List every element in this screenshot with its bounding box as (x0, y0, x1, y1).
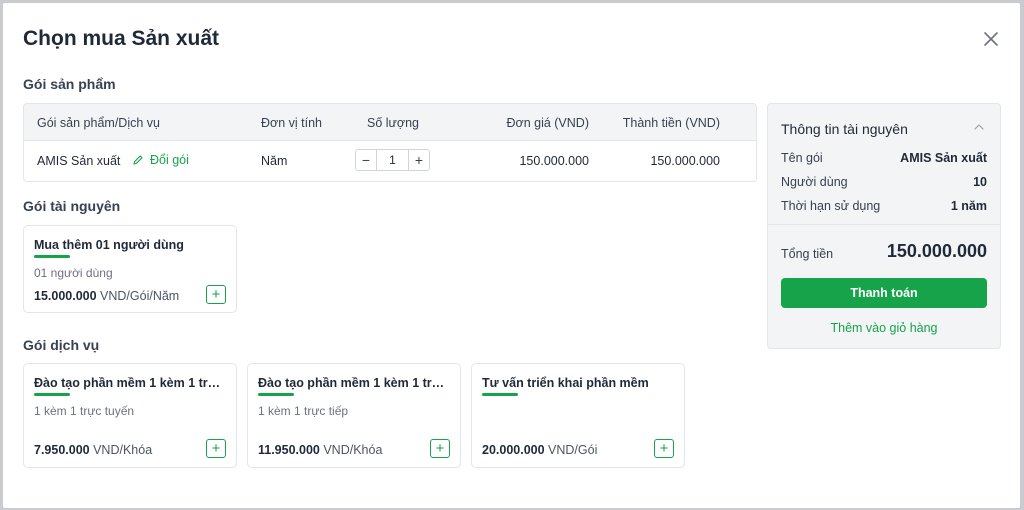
section-title-resource: Gói tài nguyên (23, 198, 121, 214)
price-unit: VND/Gói (544, 443, 598, 457)
price-value: 11.950.000 (258, 443, 320, 457)
price-value: 20.000.000 (482, 443, 545, 457)
card-price: 7.950.000 VND/Khóa (34, 443, 152, 457)
summary-value: 10 (973, 175, 987, 189)
amount-value: 150.000.000 (650, 154, 720, 168)
summary-row-duration: Thời hạn sử dụng 1 năm (781, 199, 987, 213)
card-title: Đào tạo phần mềm 1 kèm 1 trực... (258, 376, 452, 390)
section-title-product: Gói sản phẩm (23, 76, 116, 92)
pay-button[interactable]: Thanh toán (781, 278, 987, 308)
chevron-up-icon[interactable] (972, 122, 986, 132)
summary-value: AMIS Sản xuất (900, 151, 987, 165)
column-header-unit: Đơn vị tính (261, 116, 322, 130)
unit-price-value: 150.000.000 (519, 154, 589, 168)
price-unit: VND/Gói/Năm (96, 289, 180, 303)
change-package-label: Đổi gói (150, 153, 189, 167)
unit-value: Năm (261, 154, 288, 168)
close-icon[interactable] (981, 29, 1001, 49)
decrement-button[interactable]: − (356, 150, 376, 170)
card-accent-bar (34, 255, 70, 258)
table-row: AMIS Sản xuất Đổi gói Năm − 1 + 150.000.… (24, 141, 756, 182)
card-price: 20.000.000 VND/Gói (482, 443, 597, 457)
card-title: Đào tạo phần mềm 1 kèm 1 trực... (34, 376, 228, 390)
total-value: 150.000.000 (886, 241, 987, 261)
price-value: 15.000.000 (34, 289, 97, 303)
plus-icon: + (659, 440, 669, 457)
product-table: Gói sản phẩm/Dịch vụ Đơn vị tính Số lượn… (23, 103, 757, 182)
card-description: 01 người dùng (34, 266, 113, 280)
total-label: Tổng tiền (781, 247, 834, 261)
summary-value: 1 năm (950, 199, 987, 213)
summary-label: Thời hạn sử dụng (781, 199, 881, 213)
card-title: Mua thêm 01 người dùng (34, 238, 184, 252)
increment-button[interactable]: + (409, 150, 429, 170)
plus-icon: + (211, 286, 221, 303)
add-service-button[interactable]: + (654, 439, 674, 458)
panel-title: Thông tin tài nguyên (781, 121, 908, 137)
add-service-button[interactable]: + (430, 439, 450, 458)
pencil-icon (133, 155, 143, 165)
plus-icon: + (435, 440, 445, 457)
quantity-stepper[interactable]: − 1 + (355, 149, 430, 171)
service-card: Đào tạo phần mềm 1 kèm 1 trực... 1 kèm 1… (23, 363, 237, 468)
divider (768, 224, 1000, 225)
quantity-value[interactable]: 1 (376, 150, 409, 170)
add-service-button[interactable]: + (206, 439, 226, 458)
summary-label: Người dùng (781, 175, 848, 189)
card-accent-bar (258, 393, 294, 396)
resource-summary-panel: Thông tin tài nguyên Tên gói AMIS Sản xu… (767, 103, 1001, 349)
product-name: AMIS Sản xuất (37, 154, 121, 168)
add-to-cart-link[interactable]: Thêm vào giỏ hàng (781, 321, 987, 335)
card-price: 11.950.000 VND/Khóa (258, 443, 382, 457)
summary-row-users: Người dùng 10 (781, 175, 987, 189)
card-title: Tư vấn triển khai phần mềm (482, 376, 649, 390)
purchase-dialog: Chọn mua Sản xuất Gói sản phẩm Gói sản p… (3, 3, 1020, 508)
price-unit: VND/Khóa (319, 443, 383, 457)
summary-row-package: Tên gói AMIS Sản xuất (781, 151, 987, 165)
change-package-link[interactable]: Đổi gói (132, 153, 189, 167)
card-accent-bar (34, 393, 70, 396)
service-card: Đào tạo phần mềm 1 kèm 1 trực... 1 kèm 1… (247, 363, 461, 468)
card-price: 15.000.000 VND/Gói/Năm (34, 289, 179, 303)
price-unit: VND/Khóa (89, 443, 153, 457)
plus-icon: + (211, 440, 221, 457)
column-header-quantity: Số lượng (367, 116, 420, 130)
table-header: Gói sản phẩm/Dịch vụ Đơn vị tính Số lượn… (24, 104, 756, 141)
column-header-product: Gói sản phẩm/Dịch vụ (37, 116, 160, 130)
section-title-service: Gói dịch vụ (23, 337, 100, 353)
resource-card: Mua thêm 01 người dùng 01 người dùng 15.… (23, 225, 237, 313)
dialog-title: Chọn mua Sản xuất (23, 27, 220, 50)
add-resource-button[interactable]: + (206, 285, 226, 304)
price-value: 7.950.000 (34, 443, 90, 457)
card-accent-bar (482, 393, 518, 396)
column-header-unit-price: Đơn giá (VND) (506, 116, 589, 130)
summary-label: Tên gói (781, 151, 823, 165)
card-description: 1 kèm 1 trực tuyến (34, 404, 135, 418)
card-description: 1 kèm 1 trực tiếp (258, 404, 349, 418)
column-header-amount: Thành tiền (VND) (622, 116, 720, 130)
service-card: Tư vấn triển khai phần mềm 20.000.000 VN… (471, 363, 685, 468)
